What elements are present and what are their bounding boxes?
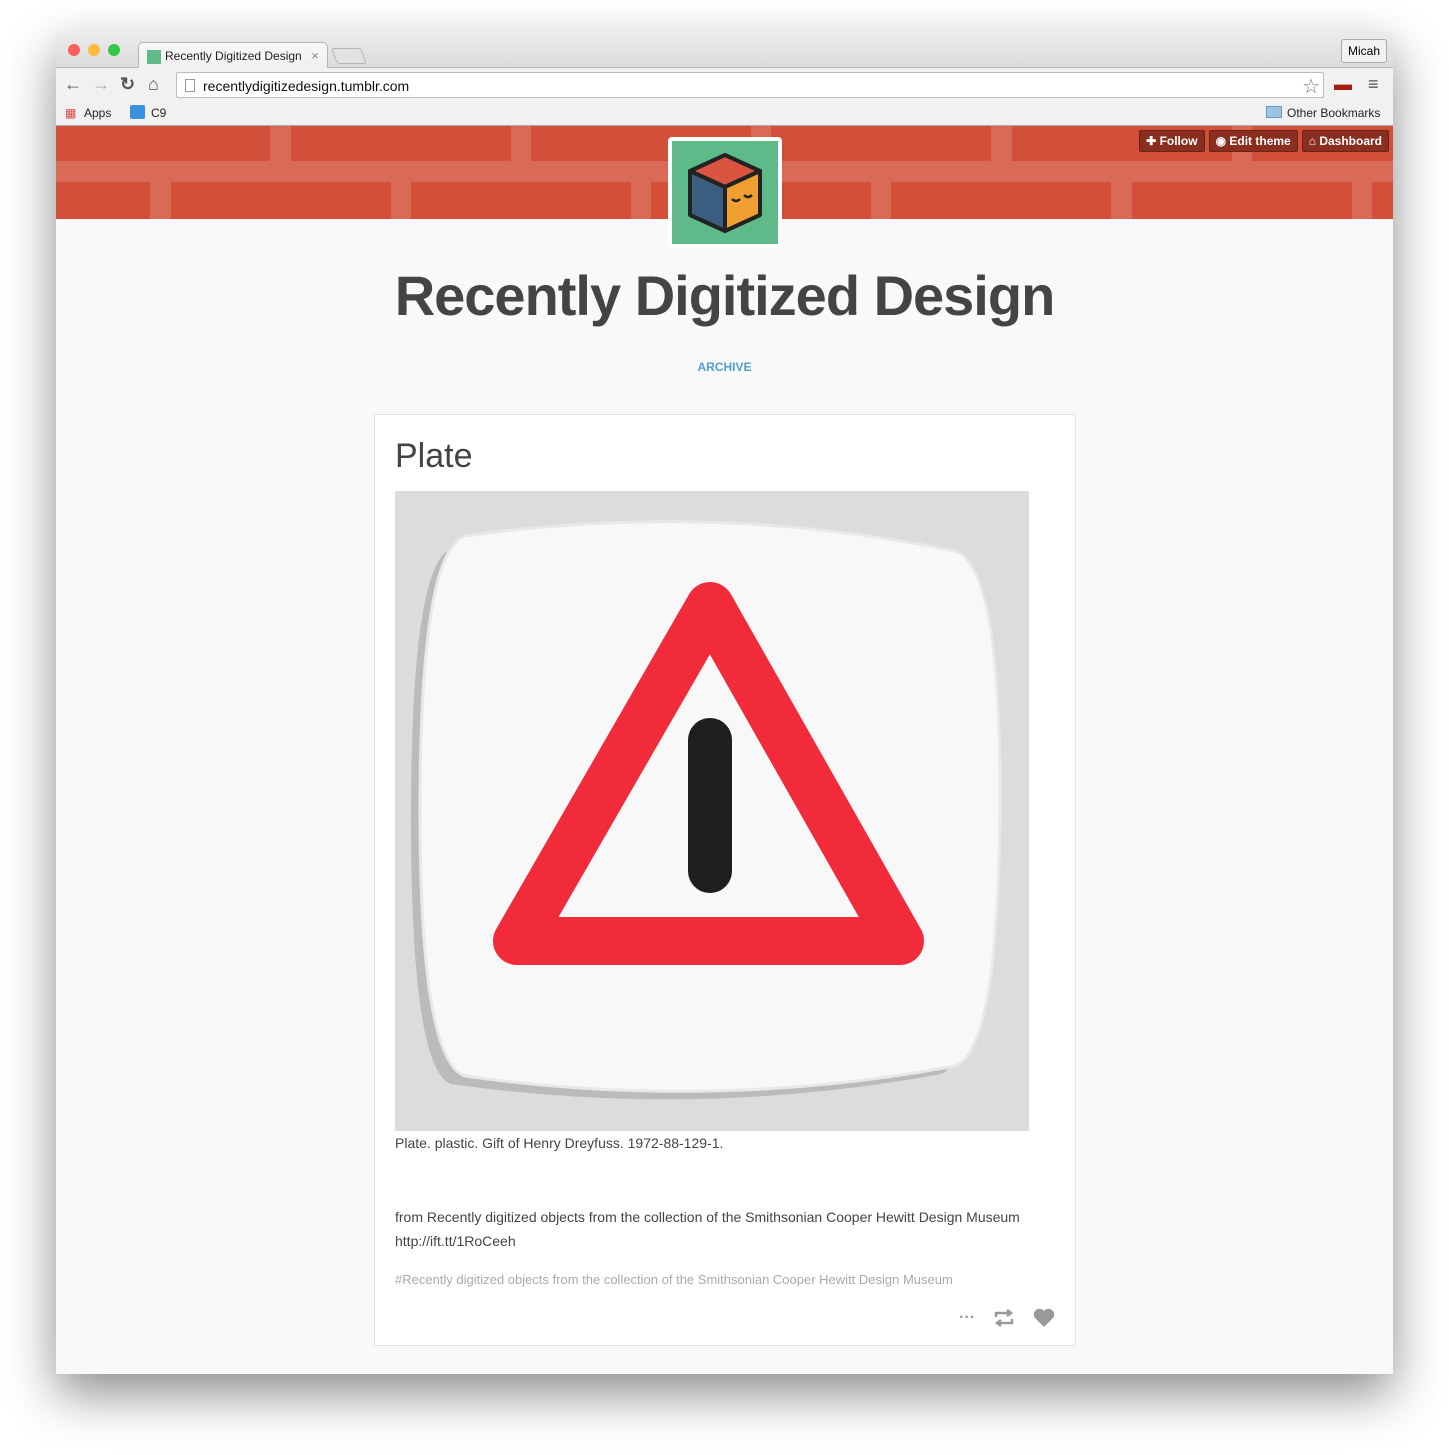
edit-theme-button[interactable]: ◉ Edit theme <box>1208 130 1298 152</box>
archive-link[interactable]: ARCHIVE <box>56 360 1393 374</box>
post-title: Plate <box>395 437 473 475</box>
toolbar: ← → ↻ ⌂ recentlydigitizedesign.tumblr.co… <box>56 68 1393 100</box>
new-tab-button[interactable] <box>331 48 367 64</box>
other-bookmarks[interactable]: Other Bookmarks <box>1287 106 1380 120</box>
post: Plate Plate. plastic. Gift of Henry Drey… <box>374 414 1076 1346</box>
tab-bar: Recently Digitized Design × Micah <box>56 31 1393 69</box>
follow-label: Follow <box>1159 134 1198 148</box>
more-icon[interactable]: ··· <box>959 1309 975 1327</box>
folder-icon <box>1266 106 1282 118</box>
minimize-button[interactable] <box>88 44 100 56</box>
bookmarks-bar: ▦ Apps C9 Other Bookmarks <box>56 100 1393 126</box>
tab-title: Recently Digitized Design <box>165 49 302 63</box>
bookmark-star-icon[interactable]: ☆ <box>1302 74 1320 99</box>
apps-icon: ▦ <box>65 106 77 120</box>
back-icon[interactable]: ← <box>64 74 82 95</box>
post-image[interactable] <box>395 491 1029 1131</box>
blog-title[interactable]: Recently Digitized Design <box>56 263 1393 328</box>
post-source: from Recently digitized objects from the… <box>395 1205 1035 1253</box>
tab-close-icon[interactable]: × <box>311 48 319 63</box>
reload-icon[interactable]: ↻ <box>120 74 135 95</box>
c9-icon <box>130 105 145 119</box>
page-icon <box>185 79 195 92</box>
forward-icon[interactable]: → <box>92 74 110 95</box>
blog-avatar[interactable] <box>668 137 782 248</box>
url-text: recentlydigitizedesign.tumblr.com <box>203 78 410 94</box>
source-text: from Recently digitized objects from the… <box>395 1209 1020 1225</box>
source-link[interactable]: http://ift.tt/1RoCeeh <box>395 1233 516 1249</box>
tab-active[interactable]: Recently Digitized Design × <box>138 42 328 69</box>
post-tag[interactable]: #Recently digitized objects from the col… <box>395 1272 953 1287</box>
follow-button[interactable]: ✚ Follow <box>1139 130 1205 152</box>
home-icon[interactable]: ⌂ <box>148 74 159 95</box>
reblog-icon[interactable] <box>993 1309 1015 1327</box>
bookmark-c9[interactable]: C9 <box>151 106 166 120</box>
menu-icon[interactable]: ≡ <box>1368 74 1379 95</box>
zoom-button[interactable] <box>108 44 120 56</box>
profile-button[interactable]: Micah <box>1340 39 1387 63</box>
close-window-button[interactable] <box>68 44 80 56</box>
cube-icon <box>688 153 762 233</box>
edit-theme-label: Edit theme <box>1229 134 1291 148</box>
bookmark-apps[interactable]: Apps <box>84 106 111 120</box>
dashboard-label: Dashboard <box>1319 134 1382 148</box>
like-heart-icon[interactable] <box>1033 1308 1055 1328</box>
extension-icon[interactable]: ▬ <box>1334 74 1352 95</box>
dashboard-button[interactable]: ⌂ Dashboard <box>1301 130 1389 152</box>
favicon-icon <box>147 50 161 64</box>
browser-window: Recently Digitized Design × Micah ← → ↻ ⌂… <box>56 31 1393 1374</box>
post-actions: ··· <box>959 1308 1055 1328</box>
post-caption: Plate. plastic. Gift of Henry Dreyfuss. … <box>395 1135 724 1151</box>
address-bar[interactable]: recentlydigitizedesign.tumblr.com ☆ <box>176 72 1324 98</box>
